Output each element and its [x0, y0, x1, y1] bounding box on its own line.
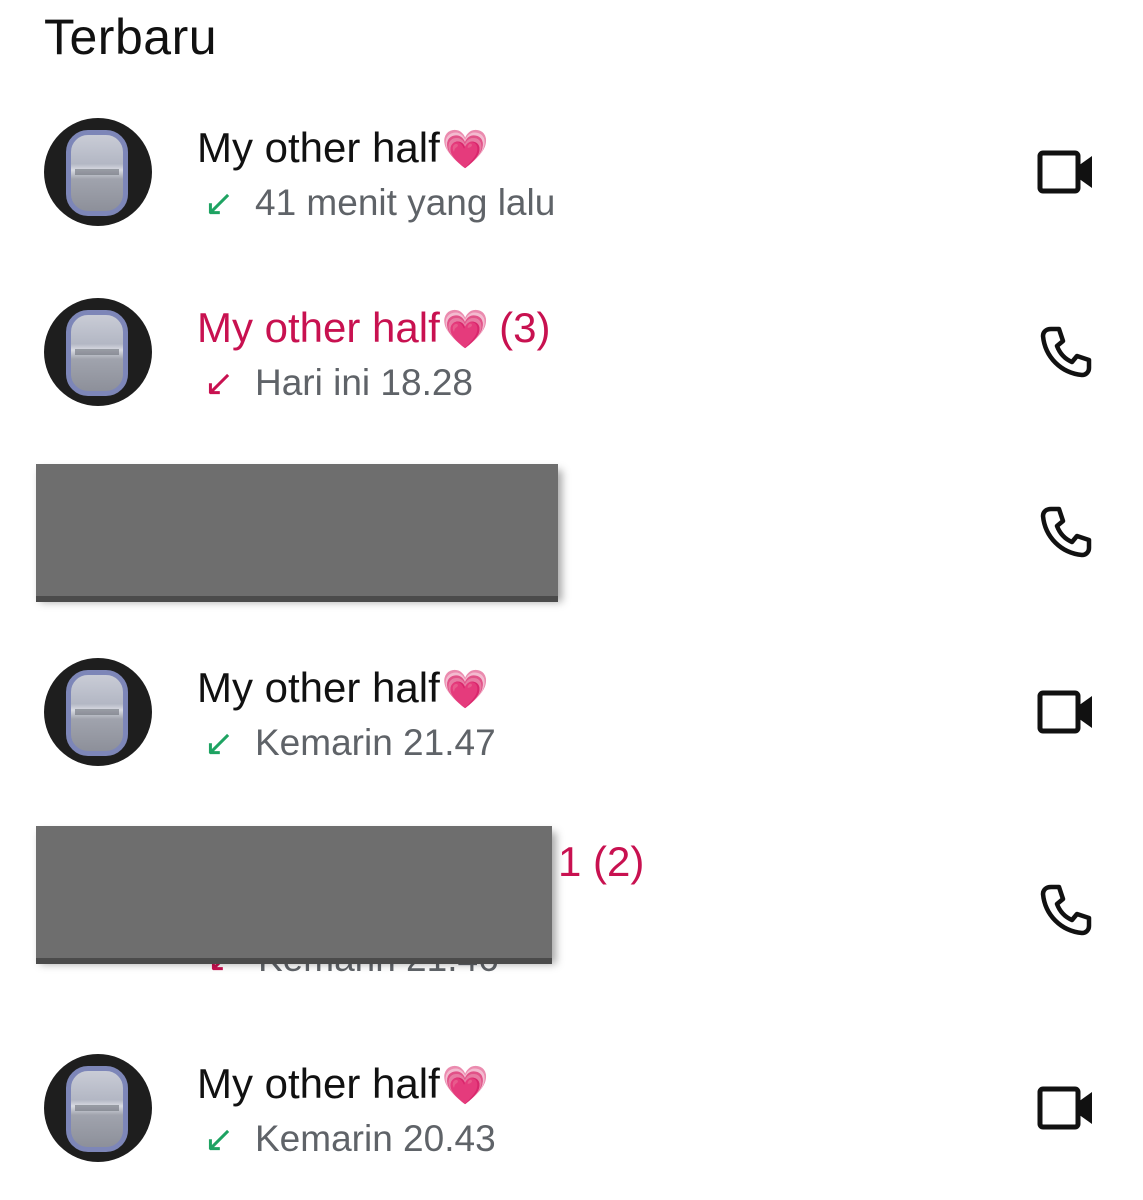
phone-icon — [1040, 884, 1092, 936]
call-time: Kemarin 21.47 — [255, 722, 496, 763]
call-log-item[interactable]: My other half💗 ↙ 41 menit yang lalu — [0, 110, 1143, 260]
missed-count: (3) — [499, 304, 551, 351]
call-log-item[interactable]: ↙ Kemarin 21.46 1 (2) — [0, 826, 1143, 978]
avatar[interactable] — [44, 658, 152, 766]
video-camera-icon — [1037, 150, 1092, 194]
call-log-item[interactable]: My other half💗 ↙ Kemarin 20.43 — [0, 1046, 1143, 1196]
contact-name: My other half💗 — [197, 664, 489, 712]
video-camera-icon — [1037, 1086, 1092, 1130]
voice-call-button[interactable] — [1030, 880, 1102, 940]
video-camera-icon — [1037, 690, 1092, 734]
video-call-button[interactable] — [1030, 682, 1102, 742]
call-log-item[interactable] — [0, 464, 1143, 620]
call-time: Kemarin 20.43 — [255, 1118, 496, 1159]
call-time: Hari ini 18.28 — [255, 362, 474, 403]
avatar[interactable] — [44, 118, 152, 226]
call-time: 41 menit yang lalu — [255, 182, 556, 223]
contact-name: My other half💗 (3) — [197, 304, 550, 352]
incoming-arrow-icon: ↙ — [203, 722, 235, 763]
phone-icon — [1040, 326, 1092, 378]
call-status: ↙ Kemarin 20.43 — [197, 1118, 496, 1160]
avatar[interactable] — [44, 298, 152, 406]
contact-name-fragment: 1 (2) — [558, 838, 645, 885]
contact-name: My other half💗 — [197, 124, 489, 172]
heart-emoji: 💗 — [441, 309, 490, 351]
contact-name: My other half💗 — [197, 1060, 489, 1108]
redaction-block — [36, 826, 552, 958]
video-call-button[interactable] — [1030, 1078, 1102, 1138]
contact-name-text: My other half — [197, 124, 440, 171]
heart-emoji: 💗 — [441, 669, 490, 711]
call-status: ↙ Hari ini 18.28 — [197, 362, 473, 404]
call-log-item[interactable]: My other half💗 ↙ Kemarin 21.47 — [0, 650, 1143, 800]
video-call-button[interactable] — [1030, 142, 1102, 202]
incoming-arrow-icon: ↙ — [203, 182, 235, 223]
redaction-block — [36, 464, 558, 596]
incoming-arrow-icon: ↙ — [203, 1118, 235, 1159]
call-status: ↙ Kemarin 21.47 — [197, 722, 496, 764]
contact-name-text: My other half — [197, 304, 440, 351]
avatar[interactable] — [44, 1054, 152, 1162]
missed-arrow-icon: ↙ — [203, 362, 235, 403]
contact-name-text: My other half — [197, 664, 440, 711]
phone-icon — [1040, 506, 1092, 558]
voice-call-button[interactable] — [1030, 502, 1102, 562]
contact-name-text: My other half — [197, 1060, 440, 1107]
voice-call-button[interactable] — [1030, 322, 1102, 382]
call-log-item[interactable]: My other half💗 (3) ↙ Hari ini 18.28 — [0, 290, 1143, 440]
section-title: Terbaru — [44, 9, 218, 65]
call-status: ↙ 41 menit yang lalu — [197, 182, 555, 224]
heart-emoji: 💗 — [441, 1065, 490, 1107]
heart-emoji: 💗 — [441, 129, 490, 171]
